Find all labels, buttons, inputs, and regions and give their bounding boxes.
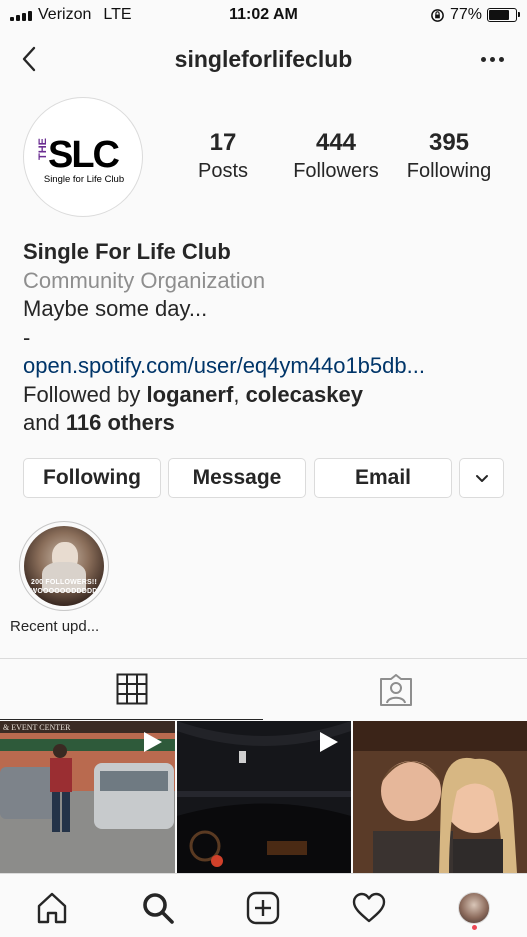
followed-by-others[interactable]: and 116 others — [23, 409, 513, 438]
grid-icon — [116, 673, 147, 705]
nav-home[interactable] — [32, 888, 72, 928]
logo-subtitle: Single for Life Club — [44, 174, 124, 185]
more-options-button[interactable] — [475, 44, 509, 74]
others-count[interactable]: 116 others — [66, 410, 175, 435]
highlight-cover: 200 FOLLOWERS!! WOOOOOODDDDD — [24, 526, 104, 606]
followed-user-link[interactable]: colecaskey — [246, 382, 363, 407]
bottom-nav — [0, 873, 527, 937]
logo-slc: SLC — [48, 134, 120, 176]
chevron-down-icon — [475, 475, 488, 482]
nav-profile[interactable] — [454, 888, 494, 928]
grid-post[interactable] — [177, 721, 351, 873]
display-name: Single For Life Club — [23, 239, 231, 264]
followed-by-prefix: Followed by — [23, 381, 141, 407]
stat-followers[interactable]: 444 Followers — [284, 128, 388, 184]
play-icon — [320, 732, 338, 752]
tab-tagged[interactable] — [264, 659, 527, 720]
slc-logo: THE SLC Single for Life Club — [37, 134, 124, 185]
profile-avatar[interactable]: THE SLC Single for Life Club — [23, 97, 143, 217]
status-right: 77% — [430, 6, 520, 24]
more-dot-icon — [489, 56, 495, 62]
username-title: singleforlifeclub — [174, 46, 353, 72]
following-label: Following — [406, 160, 492, 182]
profile-avatar-small — [458, 892, 490, 924]
bio-link[interactable]: open.spotify.com/user/eq4ym44o1b5db... — [23, 352, 513, 381]
battery-percent: 77% — [449, 6, 482, 23]
followers-label: Followers — [293, 160, 379, 182]
status-bar: Verizon LTE 11:02 AM 77% — [0, 0, 527, 30]
nav-create[interactable] — [243, 888, 283, 928]
add-post-icon — [246, 891, 280, 925]
suggestions-dropdown-button[interactable] — [459, 458, 504, 498]
following-button[interactable]: Following — [23, 458, 161, 498]
profile-bio: Single For Life Club Community Organizat… — [23, 238, 513, 438]
stat-following[interactable]: 395 Following — [397, 128, 501, 184]
followed-by[interactable]: Followed by loganerf, colecaskey — [23, 381, 513, 410]
grid-post[interactable] — [353, 721, 527, 873]
highlight-overlay-text: WOOOOOODDDDD — [30, 588, 98, 595]
play-icon — [144, 732, 162, 752]
story-highlight[interactable]: 200 FOLLOWERS!! WOOOOOODDDDD — [19, 521, 109, 611]
following-count: 395 — [428, 129, 470, 156]
search-icon — [143, 893, 174, 924]
nav-search[interactable] — [138, 888, 178, 928]
posts-grid: & EVENT CENTER — [0, 721, 527, 873]
post-sign-text: & EVENT CENTER — [3, 723, 71, 732]
stat-posts[interactable]: 17 Posts — [185, 128, 261, 184]
profile-header: singleforlifeclub — [0, 38, 527, 82]
followers-count: 444 — [315, 129, 357, 156]
tagged-person-icon — [379, 673, 412, 706]
home-icon — [37, 892, 67, 924]
highlight-label: Recent upd... — [10, 618, 100, 635]
profile-tabs — [0, 658, 527, 720]
posts-count: 17 — [209, 129, 237, 156]
posts-label: Posts — [197, 160, 249, 182]
more-dot-icon — [480, 56, 486, 62]
post-thumbnail — [353, 721, 527, 873]
more-dot-icon — [498, 56, 504, 62]
profile-notification-dot — [472, 925, 477, 930]
nav-activity[interactable] — [349, 888, 389, 928]
bio-text: Maybe some day... — [23, 296, 208, 321]
category-label: Community Organization — [23, 267, 266, 293]
rotation-lock-icon — [431, 8, 444, 22]
highlight-overlay-text: 200 FOLLOWERS!! — [30, 579, 97, 586]
battery-icon — [487, 8, 520, 22]
grid-post[interactable]: & EVENT CENTER — [0, 721, 175, 873]
and-text: and — [23, 410, 60, 435]
email-button[interactable]: Email — [314, 458, 452, 498]
tab-grid[interactable] — [0, 659, 263, 720]
message-button[interactable]: Message — [168, 458, 306, 498]
followed-user-link[interactable]: loganerf — [147, 382, 234, 407]
heart-icon — [352, 892, 386, 923]
bio-separator: - — [23, 324, 31, 350]
comma: , — [233, 381, 240, 407]
